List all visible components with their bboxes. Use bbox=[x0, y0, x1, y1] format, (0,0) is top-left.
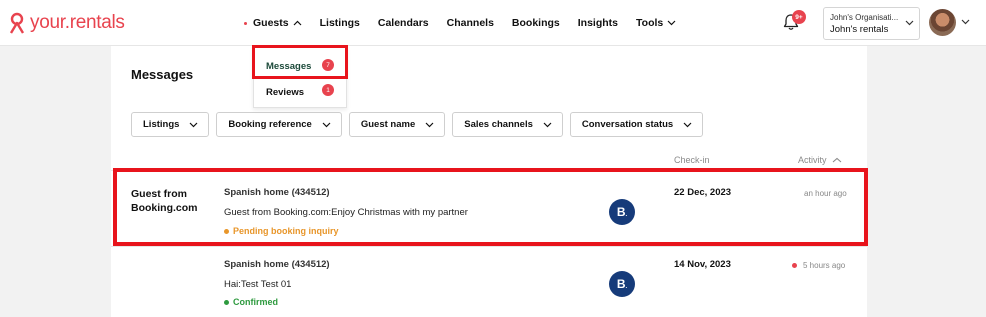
brand-name: your.rentals bbox=[30, 12, 125, 33]
filter-sales-channels[interactable]: Sales channels bbox=[452, 112, 563, 137]
chevron-down-icon bbox=[905, 20, 914, 26]
activity-time: 5 hours ago bbox=[792, 261, 845, 270]
user-avatar[interactable] bbox=[929, 9, 956, 36]
nav-guests[interactable]: Guests bbox=[244, 17, 302, 29]
chevron-up-icon bbox=[293, 20, 302, 26]
chevron-down-icon bbox=[425, 122, 434, 127]
booking-com-icon: B. bbox=[609, 271, 635, 297]
filter-label: Sales channels bbox=[464, 119, 533, 130]
nav-insights[interactable]: Insights bbox=[578, 17, 618, 29]
column-header-activity-label: Activity bbox=[798, 155, 827, 165]
activity-text: 5 hours ago bbox=[803, 261, 846, 270]
filter-label: Listings bbox=[143, 119, 180, 130]
filter-label: Conversation status bbox=[581, 119, 674, 130]
nav-channels[interactable]: Channels bbox=[447, 17, 494, 29]
chevron-down-icon bbox=[543, 122, 552, 127]
filter-conversation-status[interactable]: Conversation status bbox=[569, 112, 704, 137]
nav-calendars[interactable]: Calendars bbox=[378, 17, 429, 29]
column-header-checkin[interactable]: Check-in bbox=[674, 155, 710, 165]
nav-guests-label: Guests bbox=[253, 17, 289, 29]
menu-item-reviews-label: Reviews bbox=[266, 87, 305, 98]
property-name: Spanish home (434512) bbox=[224, 259, 330, 270]
brand-logo[interactable]: your.rentals bbox=[8, 10, 125, 36]
chevron-down-icon bbox=[667, 20, 676, 26]
organisation-name: John's Organisati... bbox=[830, 13, 899, 22]
top-navigation-bar: your.rentals Guests Listings Calendars C… bbox=[0, 0, 986, 46]
account-name: John's rentals bbox=[830, 24, 889, 35]
column-header-activity[interactable]: Activity bbox=[798, 155, 842, 165]
status-dot-icon bbox=[224, 299, 229, 305]
status-label: Confirmed bbox=[233, 297, 278, 307]
chevron-down-icon bbox=[322, 122, 331, 127]
row-divider bbox=[111, 246, 867, 247]
filter-listings[interactable]: Listings bbox=[131, 112, 210, 137]
nav-bookings[interactable]: Bookings bbox=[512, 17, 560, 29]
checkin-date: 14 Nov, 2023 bbox=[674, 259, 731, 270]
menu-item-reviews[interactable]: Reviews bbox=[266, 87, 304, 98]
active-dot-icon bbox=[244, 21, 247, 25]
nav-listings[interactable]: Listings bbox=[320, 17, 360, 29]
chevron-down-icon bbox=[189, 122, 198, 127]
message-preview: Hai:Test Test 01 bbox=[224, 279, 292, 290]
nav-tools-label: Tools bbox=[636, 17, 664, 29]
organisation-selector[interactable]: John's Organisati... John's rentals bbox=[823, 7, 920, 40]
highlight-box-conversation bbox=[113, 168, 868, 246]
reviews-count-badge: 1 bbox=[322, 84, 334, 96]
nav-calendars-label: Calendars bbox=[377, 17, 429, 29]
filter-bar: Listings Booking reference Guest name Sa… bbox=[131, 112, 710, 137]
nav-tools[interactable]: Tools bbox=[636, 17, 676, 29]
filter-label: Booking reference bbox=[228, 119, 312, 130]
chevron-down-icon bbox=[683, 122, 692, 127]
nav-listings-label: Listings bbox=[319, 17, 360, 29]
filter-label: Guest name bbox=[360, 119, 416, 130]
unread-dot-icon bbox=[792, 263, 797, 268]
page-title: Messages bbox=[131, 67, 194, 82]
filter-booking-reference[interactable]: Booking reference bbox=[216, 112, 342, 137]
sort-chevron-up-icon bbox=[832, 157, 841, 163]
your-rentals-logo-icon bbox=[9, 12, 25, 34]
nav-insights-label: Insights bbox=[577, 17, 619, 29]
highlight-box-messages bbox=[252, 45, 348, 79]
nav-bookings-label: Bookings bbox=[511, 17, 560, 29]
nav-channels-label: Channels bbox=[446, 17, 494, 29]
status-badge: Confirmed bbox=[224, 297, 278, 307]
filter-guest-name[interactable]: Guest name bbox=[348, 112, 446, 137]
chevron-down-icon[interactable] bbox=[961, 19, 970, 25]
notification-badge: 9+ bbox=[792, 10, 806, 24]
main-nav: Guests Listings Calendars Channels Booki… bbox=[244, 0, 694, 46]
